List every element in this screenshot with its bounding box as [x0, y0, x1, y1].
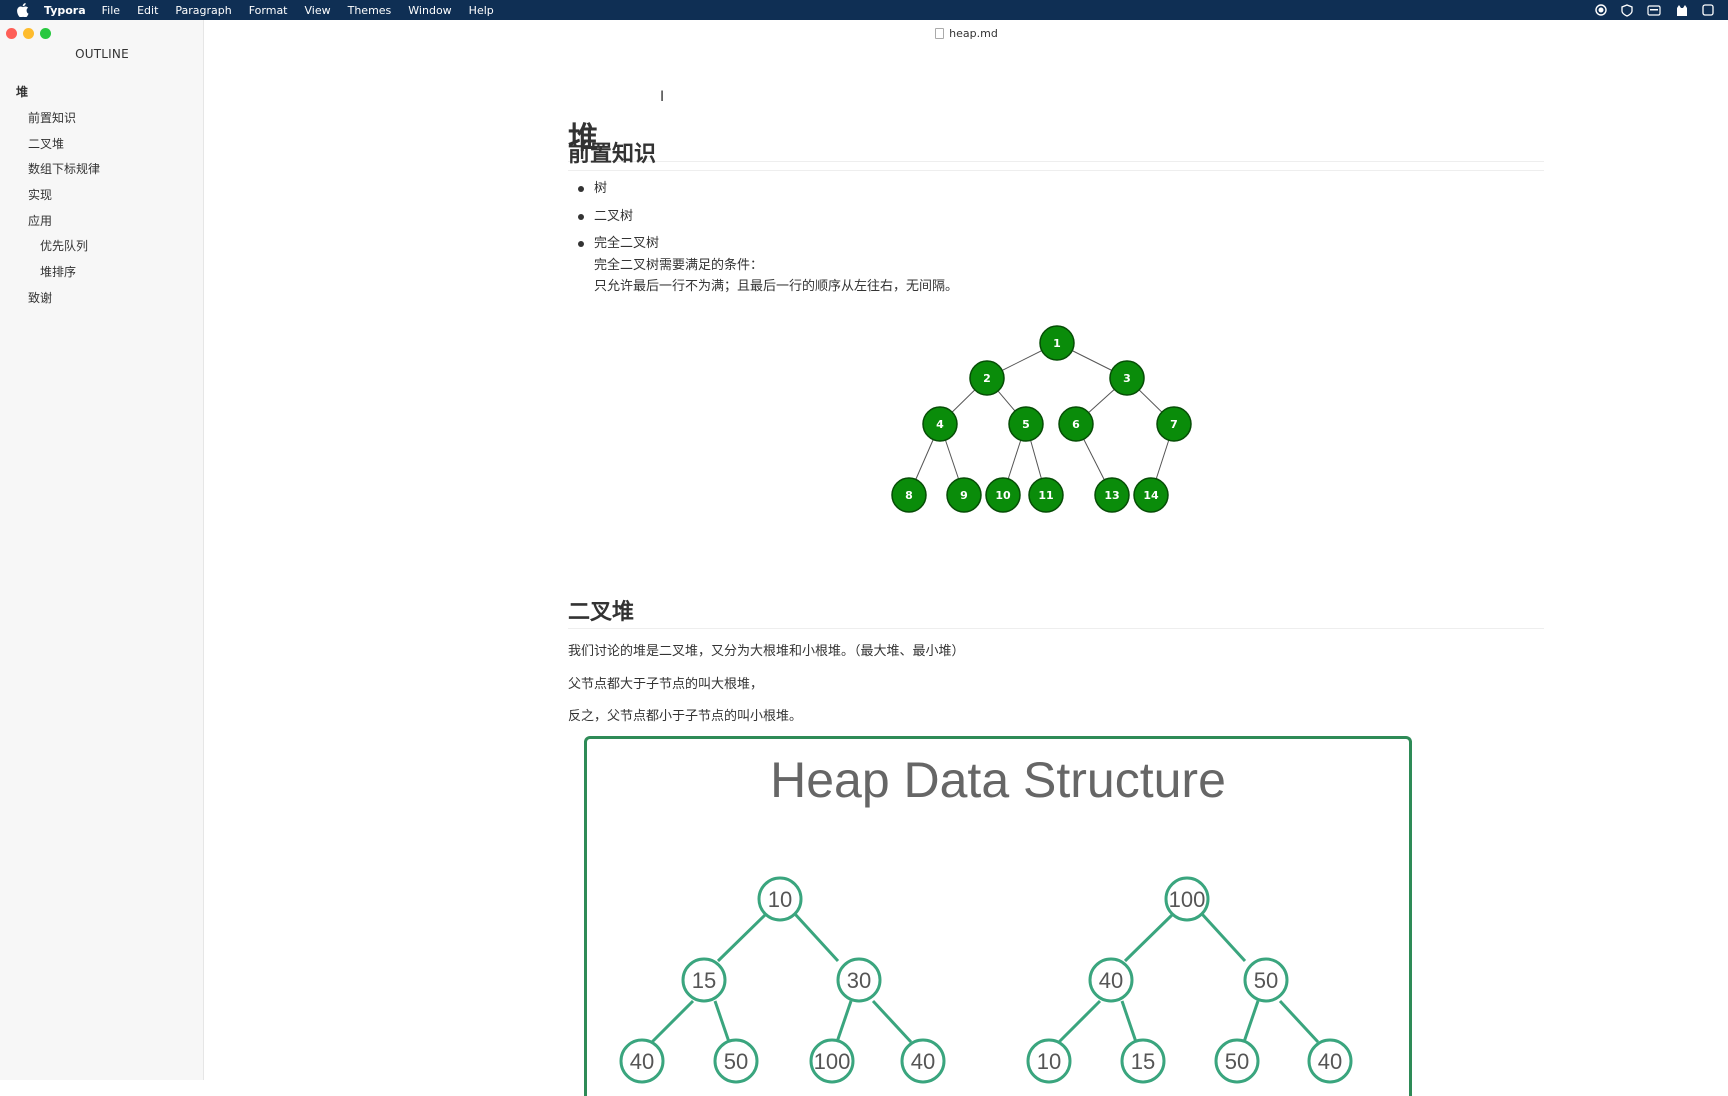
outline-item-array-index[interactable]: 数组下标规律 — [0, 156, 204, 182]
window-controls — [6, 28, 51, 39]
paragraph-min-heap[interactable]: 反之，父节点都小于子节点的叫小根堆。 — [568, 705, 802, 724]
window-titlebar: heap.md — [205, 20, 1728, 46]
list-item[interactable]: 完全二叉树 完全二叉树需要满足的条件： 只允许最后一行不为满；且最后一行的顺序从… — [568, 233, 1268, 298]
list-item[interactable]: 二叉树 — [568, 206, 1268, 228]
menu-window[interactable]: Window — [408, 4, 451, 17]
svg-text:100: 100 — [814, 1049, 851, 1074]
apple-icon[interactable] — [16, 3, 30, 17]
complete-tree-condition: 完全二叉树需要满足的条件： — [594, 257, 764, 273]
outline-item-implementation[interactable]: 实现 — [0, 182, 204, 208]
paragraph-binary-heap-intro[interactable]: 我们讨论的堆是二叉堆，又分为大根堆和小根堆。（最大堆、最小堆） — [568, 640, 965, 659]
menu-file[interactable]: File — [102, 4, 120, 17]
prerequisites-list: 树 二叉树 完全二叉树 完全二叉树需要满足的条件： 只允许最后一行不为满；且最后… — [568, 178, 1268, 304]
outline-item-acknowledgements[interactable]: 致谢 — [0, 285, 204, 311]
svg-text:8: 8 — [905, 489, 913, 502]
svg-text:7: 7 — [1170, 418, 1178, 431]
svg-text:50: 50 — [1225, 1049, 1249, 1074]
svg-text:10: 10 — [1037, 1049, 1061, 1074]
svg-text:3: 3 — [1123, 372, 1131, 385]
svg-text:15: 15 — [692, 968, 716, 993]
svg-text:2: 2 — [983, 372, 991, 385]
menu-help[interactable]: Help — [469, 4, 494, 17]
svg-text:14: 14 — [1143, 489, 1159, 502]
outline-item-applications[interactable]: 应用 — [0, 207, 204, 233]
outline-item-binary-heap[interactable]: 二叉堆 — [0, 130, 204, 156]
heap-trees-figure: 10 15 30 40 50 100 40 100 40 50 10 15 50… — [619, 876, 1353, 1084]
heap-data-structure-image: Heap Data Structure 10 15 30 40 50 100 4… — [584, 736, 1412, 1096]
zoom-window-button[interactable] — [40, 28, 51, 39]
outline-title: OUTLINE — [75, 47, 129, 61]
svg-text:10: 10 — [995, 489, 1011, 502]
outline-item-prerequisites[interactable]: 前置知识 — [0, 105, 204, 131]
svg-text:6: 6 — [1072, 418, 1080, 431]
outline-list: 堆 前置知识 二叉堆 数组下标规律 实现 应用 优先队列 堆排序 致谢 — [0, 79, 204, 310]
document-icon — [935, 27, 945, 39]
menu-paragraph[interactable]: Paragraph — [175, 4, 231, 17]
outline-item-priority-queue[interactable]: 优先队列 — [0, 233, 204, 259]
svg-text:10: 10 — [768, 887, 792, 912]
record-icon[interactable] — [1595, 4, 1607, 16]
svg-text:40: 40 — [1318, 1049, 1342, 1074]
svg-text:9: 9 — [960, 489, 968, 502]
text-cursor-icon: I — [660, 89, 665, 105]
svg-text:5: 5 — [1022, 418, 1030, 431]
cat-icon[interactable] — [1675, 4, 1688, 17]
complete-binary-tree-figure: 1 2 3 4 5 6 7 8 9 10 11 13 14 — [891, 325, 1192, 513]
app-menu-typora[interactable]: Typora — [44, 4, 86, 17]
status-icons — [1595, 0, 1728, 20]
minimize-window-button[interactable] — [23, 28, 34, 39]
complete-tree-rule: 只允许最后一行不为满；且最后一行的顺序从左往右，无间隔。 — [594, 279, 959, 294]
menu-bar: Typora File Edit Paragraph Format View T… — [0, 0, 1728, 20]
keyboard-icon[interactable] — [1647, 4, 1661, 16]
outline-item-heap-sort[interactable]: 堆排序 — [0, 259, 204, 285]
svg-text:30: 30 — [847, 968, 871, 993]
menu-themes[interactable]: Themes — [348, 4, 392, 17]
window-title: heap.md — [949, 26, 998, 40]
outline-item-heap[interactable]: 堆 — [0, 79, 204, 105]
svg-text:1: 1 — [1053, 337, 1061, 350]
menu-view[interactable]: View — [305, 4, 331, 17]
svg-text:50: 50 — [724, 1049, 748, 1074]
svg-text:15: 15 — [1131, 1049, 1155, 1074]
svg-text:11: 11 — [1038, 489, 1053, 502]
heading-prerequisites[interactable]: 前置知识 — [568, 136, 1544, 171]
svg-text:4: 4 — [936, 418, 944, 431]
shield-icon[interactable] — [1621, 3, 1633, 17]
svg-text:100: 100 — [1169, 887, 1206, 912]
svg-text:40: 40 — [630, 1049, 654, 1074]
paragraph-max-heap[interactable]: 父节点都大于子节点的叫大根堆， — [568, 673, 763, 692]
svg-text:40: 40 — [1099, 968, 1123, 993]
control-center-icon[interactable] — [1702, 4, 1714, 16]
menu-format[interactable]: Format — [249, 4, 288, 17]
svg-text:50: 50 — [1254, 968, 1278, 993]
svg-text:13: 13 — [1104, 489, 1119, 502]
heap-edges — [650, 912, 1320, 1044]
close-window-button[interactable] — [6, 28, 17, 39]
heading-binary-heap[interactable]: 二叉堆 — [568, 594, 1544, 629]
outline-sidebar: OUTLINE 堆 前置知识 二叉堆 数组下标规律 实现 应用 优先队列 堆排序… — [0, 20, 204, 1080]
menu-edit[interactable]: Edit — [137, 4, 158, 17]
list-item[interactable]: 树 — [568, 178, 1268, 200]
svg-text:40: 40 — [911, 1049, 935, 1074]
